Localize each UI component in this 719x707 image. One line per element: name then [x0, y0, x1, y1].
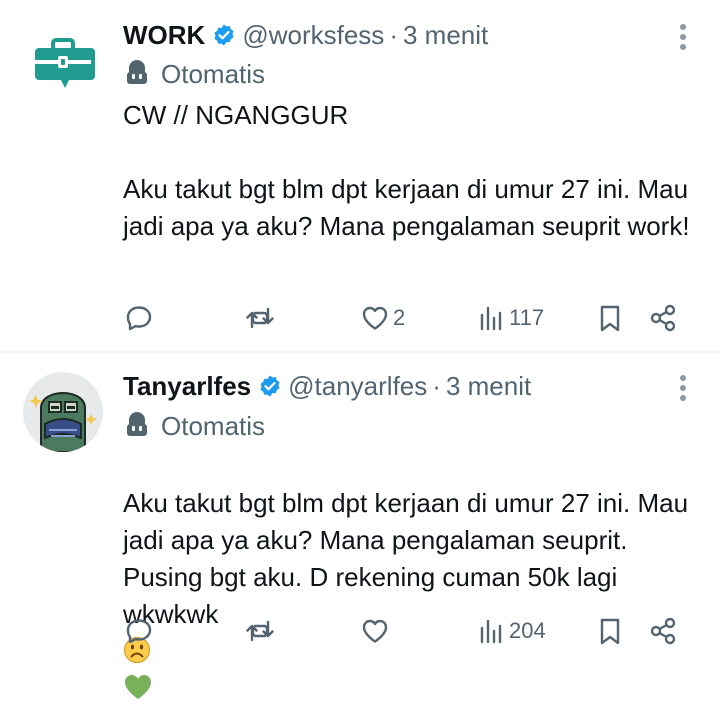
display-name[interactable]: Tanyarlfes	[123, 371, 251, 402]
automated-label: Otomatis	[123, 59, 265, 89]
views-button[interactable]: 117	[478, 302, 544, 334]
user-handle[interactable]: @worksfess	[242, 20, 384, 51]
reply-button[interactable]	[124, 615, 154, 647]
retweet-button[interactable]	[244, 302, 276, 334]
tweet-tanyarlfes[interactable]: Tanyarlfes @tanyarlfes · 3 menit Otomati…	[0, 353, 719, 699]
tweet-header: WORK @worksfess · 3 menit	[123, 18, 488, 52]
automated-text: Otomatis	[161, 410, 266, 441]
like-button[interactable]: 2	[360, 302, 405, 334]
avatar-briefcase[interactable]	[23, 20, 103, 100]
bookmark-icon	[600, 305, 620, 332]
user-handle[interactable]: @tanyarlfes	[288, 371, 427, 402]
avatar-tanyarlfes[interactable]	[23, 372, 103, 452]
timestamp[interactable]: 3 menit	[446, 371, 531, 402]
more-options-icon[interactable]	[679, 24, 687, 52]
action-bar: 2 117	[124, 302, 684, 334]
retweet-icon	[246, 620, 274, 642]
tweet-worksfess[interactable]: WORK @worksfess · 3 menit Otomatis CW //…	[0, 0, 719, 351]
tweet-text: Aku takut bgt blm dpt kerjaan di umur 27…	[123, 488, 689, 629]
display-name[interactable]: WORK	[123, 20, 205, 51]
automated-label: Otomatis	[123, 411, 265, 441]
heart-icon	[362, 306, 388, 330]
cartoon-fish-avatar-icon	[23, 372, 103, 452]
view-count: 117	[509, 305, 545, 330]
heart-icon	[362, 619, 388, 643]
like-count: 2	[393, 305, 406, 330]
bookmark-button[interactable]	[596, 615, 624, 647]
like-button[interactable]	[360, 615, 393, 647]
views-icon	[480, 619, 502, 644]
share-icon	[650, 617, 676, 645]
reply-icon	[126, 306, 152, 331]
views-button[interactable]: 204	[478, 615, 546, 647]
action-bar: 204	[124, 615, 684, 647]
share-button[interactable]	[648, 615, 678, 647]
briefcase-icon	[23, 20, 103, 100]
separator-dot: ·	[389, 19, 398, 50]
views-icon	[480, 306, 502, 331]
more-options-icon[interactable]	[679, 375, 687, 403]
robot-icon	[127, 412, 147, 436]
share-button[interactable]	[648, 302, 678, 334]
tweet-text: CW // NGANGGUR Aku takut bgt blm dpt ker…	[123, 100, 690, 241]
timestamp[interactable]: 3 menit	[403, 20, 488, 51]
robot-icon	[127, 60, 147, 84]
tweet-header: Tanyarlfes @tanyarlfes · 3 menit	[123, 369, 531, 403]
retweet-button[interactable]	[244, 615, 276, 647]
retweet-icon	[246, 307, 274, 329]
automated-text: Otomatis	[161, 58, 266, 89]
bookmark-icon	[600, 618, 620, 645]
reply-button[interactable]	[124, 302, 154, 334]
bookmark-button[interactable]	[596, 302, 624, 334]
verified-badge-icon	[260, 375, 280, 397]
share-icon	[650, 304, 676, 332]
view-count: 204	[509, 618, 546, 643]
reply-icon	[126, 619, 152, 644]
verified-badge-icon	[214, 24, 234, 46]
tweet-text-wrapper: Aku takut bgt blm dpt kerjaan di umur 27…	[123, 448, 693, 707]
separator-dot: ·	[432, 370, 441, 401]
green-heart-emoji-icon	[125, 675, 151, 699]
